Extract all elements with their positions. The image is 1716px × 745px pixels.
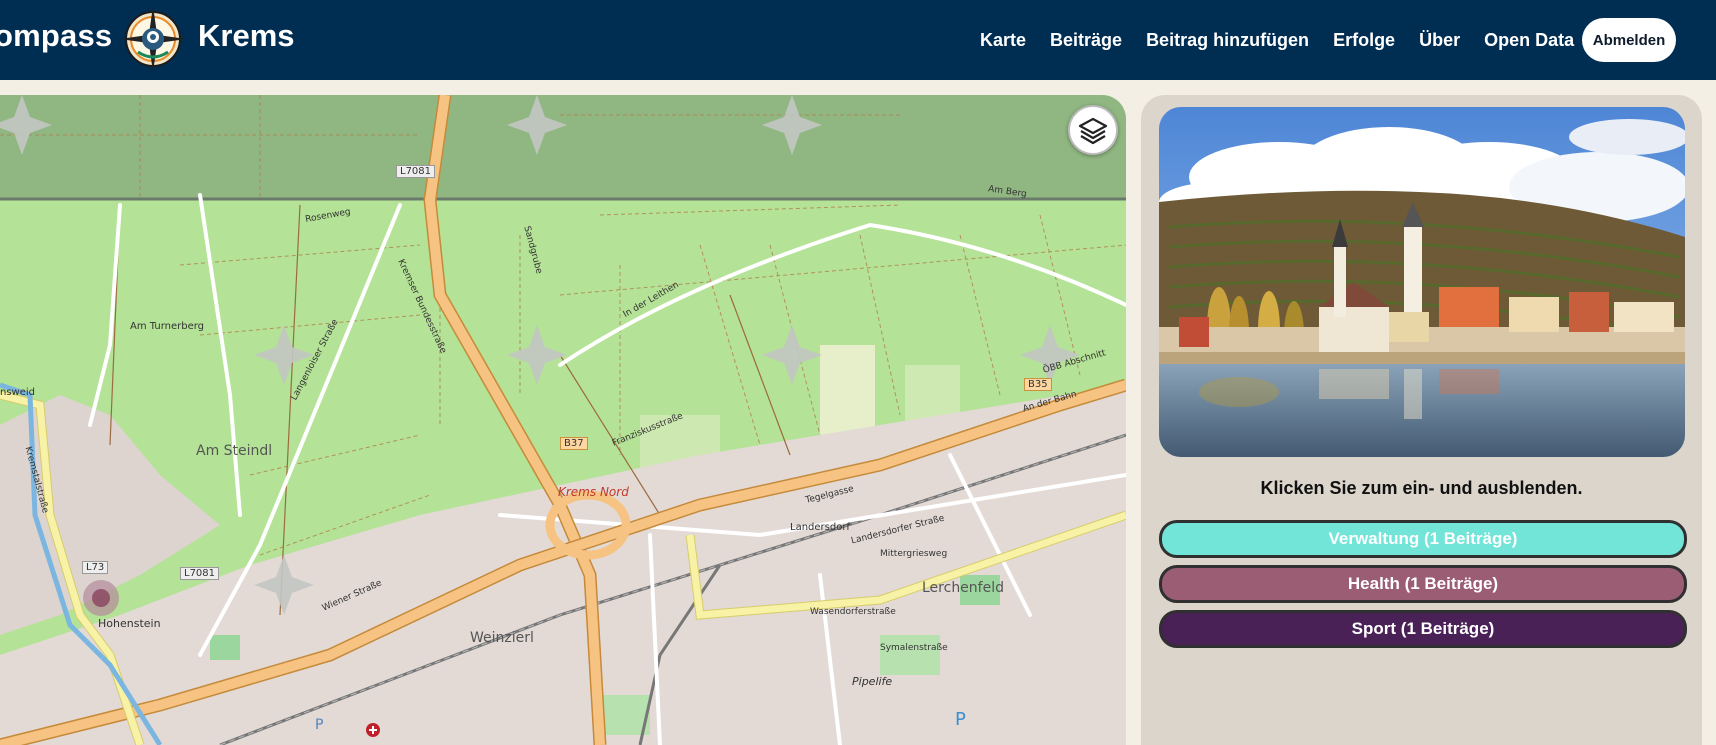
label-wasendorferstrasse: Wasendorferstraße — [810, 607, 896, 617]
category-button-health[interactable]: Health (1 Beiträge) — [1159, 565, 1687, 603]
city-photo — [1159, 107, 1685, 457]
label-weinzierl: Weinzierl — [470, 630, 534, 646]
label-landersdorf: Landersdorf — [790, 522, 850, 533]
nav-ueber[interactable]: Über — [1419, 30, 1460, 51]
compass-logo-icon[interactable] — [118, 4, 188, 74]
toggle-hint: Klicken Sie zum ein- und ausblenden. — [1260, 478, 1583, 498]
app-header: ompass Krems Karte Beiträge Beitrag hinz… — [0, 0, 1716, 80]
label-pipelife: Pipelife — [852, 675, 893, 688]
map-canvas[interactable]: P P — [0, 95, 1126, 745]
main-nav: Karte Beiträge Beitrag hinzufügen Erfolg… — [980, 0, 1598, 80]
parking-icon-2: P — [955, 709, 966, 730]
brand-name-right: Krems — [198, 18, 295, 53]
label-am-steindl: Am Steindl — [196, 443, 273, 459]
map-view[interactable]: P P L7081 B37 B35 L7081 L73 Am Steindl L… — [0, 95, 1126, 745]
label-mittergriesweg: Mittergriesweg — [880, 549, 948, 559]
category-button-sport[interactable]: Sport (1 Beiträge) — [1159, 610, 1687, 648]
nav-open-data[interactable]: Open Data — [1484, 30, 1574, 51]
category-button-verwaltung[interactable]: Verwaltung (1 Beiträge) — [1159, 520, 1687, 558]
logout-button[interactable]: Abmelden — [1582, 18, 1676, 62]
road-shield-l7081-top: L7081 — [396, 165, 436, 178]
category-panel: Klicken Sie zum ein- und ausblenden. Ver… — [1141, 95, 1702, 745]
label-hohenstein: Hohenstein — [98, 617, 161, 630]
category-label: Health (1 Beiträge) — [1347, 574, 1499, 593]
parking-icon: P — [315, 717, 323, 733]
nav-beitraege[interactable]: Beiträge — [1050, 30, 1122, 51]
brand-name-left: ompass — [0, 18, 113, 53]
category-label: Verwaltung (1 Beiträge) — [1328, 529, 1518, 548]
category-label: Sport (1 Beiträge) — [1351, 619, 1495, 638]
label-am-turnerberg: Am Turnerberg — [130, 321, 205, 332]
nav-beitrag-hinzufuegen[interactable]: Beitrag hinzufügen — [1146, 30, 1309, 51]
road-shield-b37: B37 — [560, 437, 588, 450]
road-shield-l73: L73 — [82, 561, 109, 574]
layers-button[interactable] — [1068, 105, 1118, 155]
label-inswein: nsweid — [0, 387, 36, 398]
label-symalenstrasse: Symalenstraße — [880, 643, 948, 653]
label-krems-nord: Krems Nord — [558, 485, 629, 499]
nav-karte[interactable]: Karte — [980, 30, 1026, 51]
nav-erfolge[interactable]: Erfolge — [1333, 30, 1395, 51]
road-shield-b35: B35 — [1024, 378, 1052, 391]
label-lerchenfeld: Lerchenfeld — [922, 580, 1004, 596]
layers-icon — [1078, 117, 1108, 145]
road-shield-l7081-bottom: L7081 — [180, 567, 220, 580]
